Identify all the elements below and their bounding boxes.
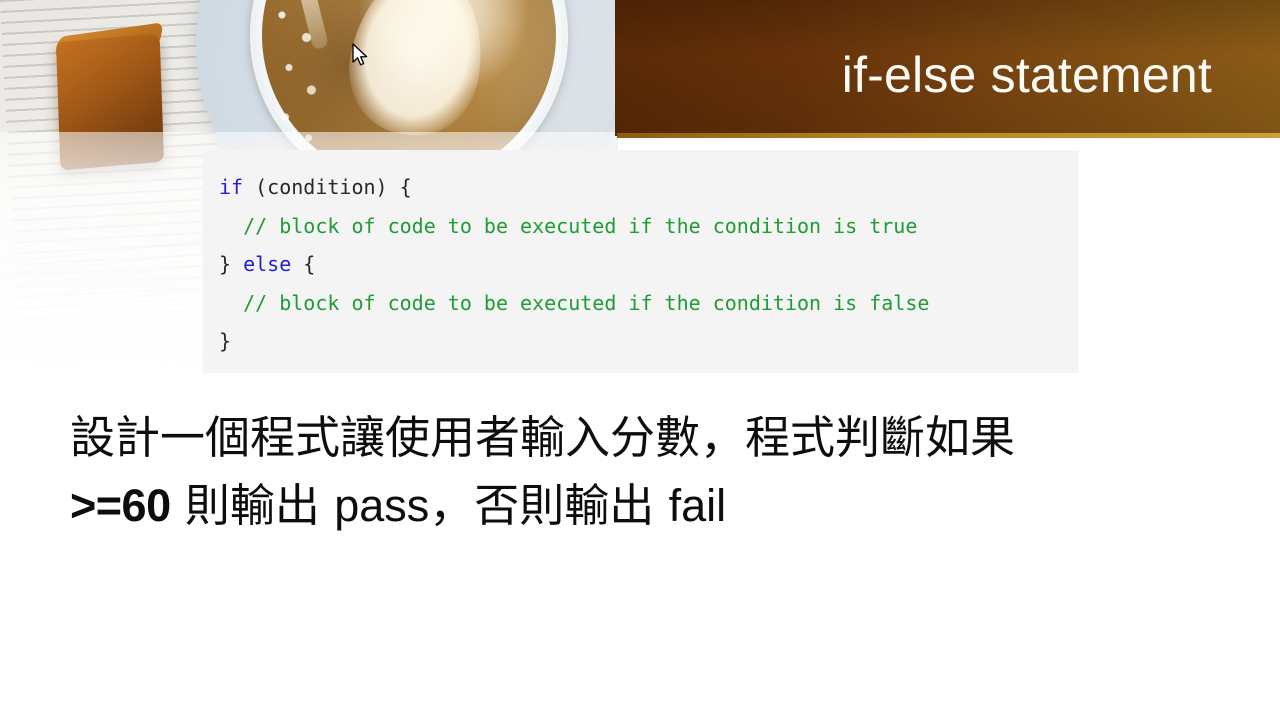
body-paragraph: 設計一個程式讓使用者輸入分數，程式判斷如果 >=60 則輸出 pass，否則輸出… <box>70 404 1190 540</box>
body-line-2-part2: ，否則輸出 <box>429 479 669 532</box>
code-line-1-rest: (condition) { <box>243 175 412 199</box>
comment-false-branch: // block of code to be executed if the c… <box>243 290 930 315</box>
comment-true-branch: // block of code to be executed if the c… <box>243 213 918 238</box>
code-line-2: // block of code to be executed if the c… <box>203 207 1079 246</box>
closing-brace: } <box>219 329 232 353</box>
code-line-3: } else { <box>203 245 1079 284</box>
code-line-3-suffix: { <box>291 252 316 276</box>
keyword-if: if <box>219 175 244 199</box>
code-block: if (condition) { // block of code to be … <box>203 150 1079 373</box>
code-line-4: // block of code to be executed if the c… <box>203 284 1079 323</box>
slide-canvas: if-else statement if (condition) { // bl… <box>0 0 1280 720</box>
code-line-1: if (condition) { <box>203 168 1079 207</box>
output-fail-word: fail <box>668 480 727 531</box>
title-accent-line <box>617 133 1280 138</box>
keyword-else: else <box>243 252 292 276</box>
crema-bubbles <box>268 0 338 150</box>
body-line-2-part1: 則輸出 <box>170 479 335 532</box>
code-line-5: } <box>203 322 1079 361</box>
page-title: if-else statement <box>841 47 1212 103</box>
body-line-2: >=60 則輸出 pass，否則輸出 fail <box>70 472 1190 540</box>
output-pass-word: pass <box>334 480 430 531</box>
score-operator: >=60 <box>70 480 171 531</box>
body-line-1: 設計一個程式讓使用者輸入分數，程式判斷如果 <box>70 411 1016 464</box>
code-line-3-prefix: } <box>219 252 244 276</box>
